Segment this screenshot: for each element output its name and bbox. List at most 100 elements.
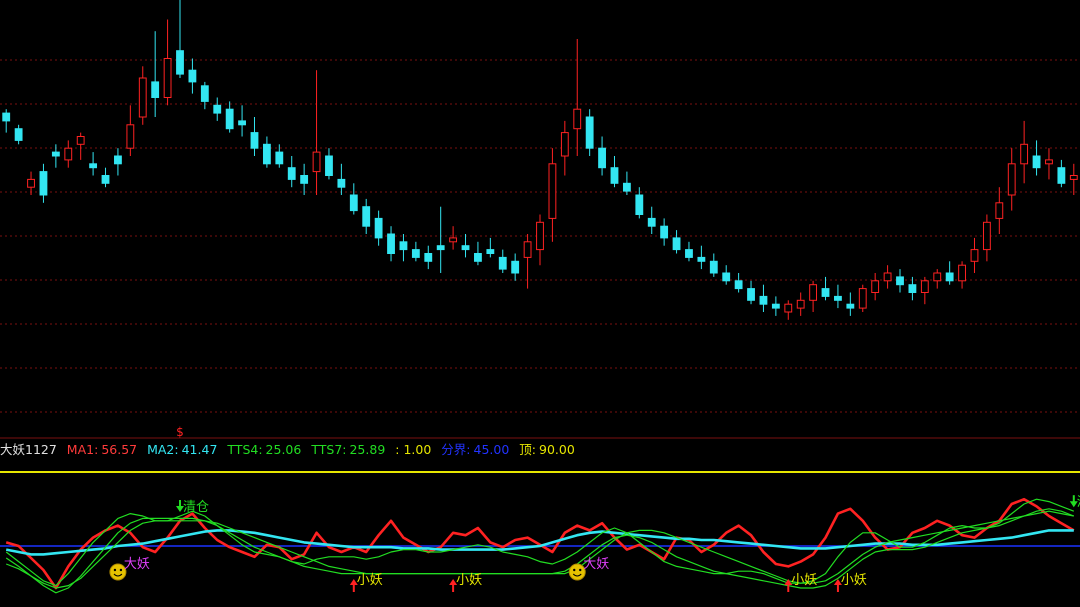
candle-body — [176, 50, 184, 75]
candle-body — [982, 221, 991, 251]
candle-body — [449, 237, 458, 243]
candle-body — [759, 295, 768, 305]
candle-body — [846, 303, 855, 309]
candle-body — [51, 151, 60, 157]
candle-body — [511, 260, 520, 274]
legend-divider-label: 分界: — [441, 442, 471, 457]
tts4-line — [5, 498, 1075, 587]
candle-body — [89, 163, 98, 169]
candle-body — [1032, 155, 1041, 169]
candle-body — [1045, 159, 1053, 165]
candle-body — [610, 167, 619, 184]
candle-body — [101, 175, 110, 184]
legend-ma1-label: MA1: — [66, 442, 99, 457]
candle-body — [114, 155, 122, 165]
candle-body — [933, 272, 942, 282]
chart-stage: $ 大妖1127 MA1: 56.57 MA2: 41.47 TTS4: 25.06 … — [0, 0, 1080, 607]
candle-body — [250, 132, 259, 149]
candle-body — [188, 69, 197, 83]
candle-body — [225, 108, 234, 130]
legend-ma2-value: 41.47 — [181, 442, 218, 457]
candle-body — [238, 120, 246, 126]
candle-body — [138, 77, 147, 118]
big-signal-label: 大妖 — [583, 557, 609, 572]
candle-body — [436, 245, 445, 251]
candle-body — [734, 280, 743, 290]
candle-body — [1057, 167, 1066, 184]
candle-body — [151, 81, 160, 99]
candle-body — [64, 147, 73, 161]
legend-tts4-label: TTS4: — [227, 442, 263, 457]
candle-body — [747, 288, 755, 301]
small-signal-label: 小妖 — [841, 573, 867, 588]
ma2-line — [5, 529, 1074, 556]
candle-body — [834, 295, 842, 301]
candle-body — [970, 249, 979, 262]
candle-body — [1020, 143, 1029, 165]
candle-body — [325, 155, 333, 176]
candle-body — [474, 253, 482, 262]
candle-body — [945, 272, 954, 282]
candle-body — [784, 303, 793, 313]
candle-body — [598, 147, 606, 169]
legend-tts7-value: 25.89 — [349, 442, 386, 457]
candle-body — [573, 108, 582, 130]
candle-body — [548, 163, 557, 219]
legend-tts4-value: 25.06 — [265, 442, 302, 457]
candle-body — [771, 303, 780, 309]
candle-body — [213, 104, 222, 114]
candle-body — [560, 132, 569, 157]
candle-body — [821, 288, 830, 297]
candlestick-panel[interactable]: $ — [0, 0, 1080, 440]
indicator-name: 大妖1127 — [0, 442, 57, 457]
candle-body — [300, 175, 309, 184]
candle-body — [1069, 175, 1078, 180]
legend-ratio-value: : 1.00 — [395, 442, 432, 457]
smiley-eye — [573, 568, 576, 572]
candle-body — [871, 280, 880, 293]
legend-ma2-label: MA2: — [147, 442, 179, 457]
candle-body — [722, 272, 731, 282]
small-signal-label: 小妖 — [791, 573, 817, 588]
candle-body — [39, 171, 48, 196]
candle-body — [27, 178, 35, 188]
small-signal-label: 小妖 — [456, 573, 482, 588]
clear-signal-label: 清仓 — [183, 500, 209, 515]
candle-body — [287, 167, 296, 180]
candle-body — [958, 264, 966, 282]
candle-body — [424, 253, 433, 262]
legend-top-label: 顶: — [519, 442, 536, 457]
candle-body — [709, 260, 718, 274]
indicator-legend: 大妖1127 MA1: 56.57 MA2: 41.47 TTS4: 25.06 TT… — [0, 440, 1080, 460]
candle-body — [647, 217, 656, 227]
candle-body — [486, 249, 495, 255]
candle-body — [995, 202, 1004, 219]
candle-body — [660, 225, 669, 239]
candle-body — [635, 194, 644, 215]
big-signal-label: 大妖 — [124, 557, 150, 572]
candle-body — [461, 245, 470, 251]
candle-body — [2, 112, 11, 122]
candle-body — [585, 116, 594, 149]
candle-body — [262, 143, 271, 165]
candle-body — [275, 151, 284, 165]
candle-body — [349, 194, 358, 212]
candle-body — [163, 58, 172, 98]
price-marker-label: $ — [176, 425, 184, 439]
candle-body — [126, 124, 135, 149]
candle-body — [920, 280, 929, 293]
legend-top-value: 90.00 — [539, 442, 575, 457]
smiley-eye — [579, 568, 582, 572]
candle-body — [1007, 163, 1016, 196]
indicator-panel[interactable]: 大妖大妖小妖小妖小妖小妖清仓清仓 — [0, 460, 1080, 607]
candle-body — [14, 128, 23, 141]
candle-body — [200, 85, 209, 102]
smiley-eye — [119, 568, 123, 572]
candle-body — [896, 276, 904, 286]
candle-body — [622, 182, 631, 192]
candle-body — [523, 241, 532, 258]
candle-body — [883, 272, 892, 282]
candle-body — [858, 288, 867, 309]
candle-body — [411, 249, 420, 258]
candle-body — [337, 178, 346, 188]
